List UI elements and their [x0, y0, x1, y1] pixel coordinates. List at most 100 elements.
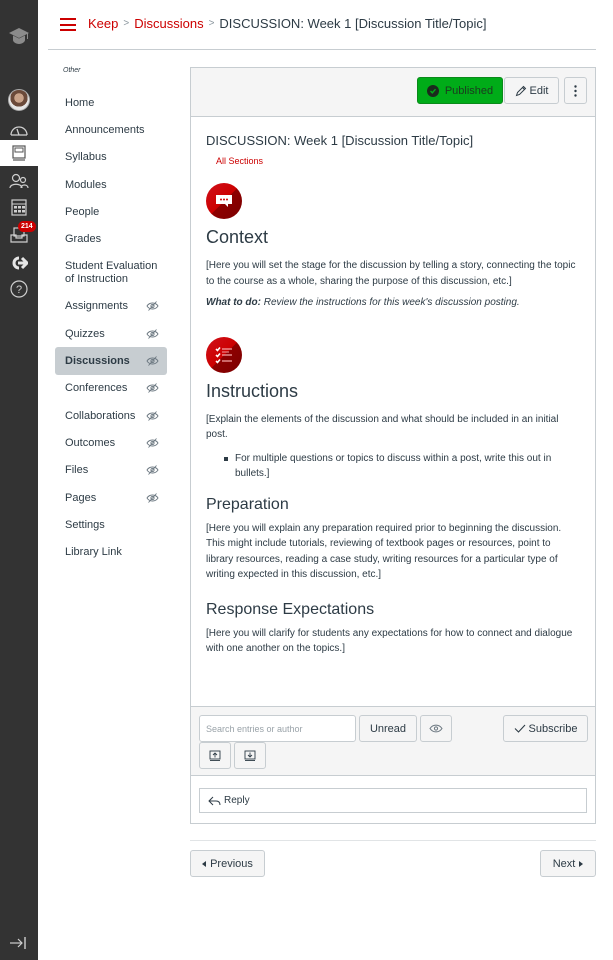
what-to-do-label: What to do:: [206, 297, 261, 308]
calendar-icon: [11, 199, 27, 216]
course-nav-item-discussions[interactable]: Discussions: [55, 347, 167, 375]
hidden-eye-icon: [146, 492, 159, 503]
nav-dashboard[interactable]: [0, 117, 38, 141]
course-nav-item-label: Collaborations: [65, 409, 136, 422]
course-nav-item-grades[interactable]: Grades: [55, 225, 167, 252]
breadcrumb: Keep > Discussions > DISCUSSION: Week 1 …: [88, 16, 487, 31]
course-nav-item-pages[interactable]: Pages: [55, 484, 167, 511]
breadcrumb-current: DISCUSSION: Week 1 [Discussion Title/Top…: [219, 16, 487, 31]
hidden-eye-icon: [146, 465, 159, 476]
speedometer-icon: [10, 126, 28, 136]
course-nav-item-label: Syllabus: [65, 151, 107, 164]
collapse-nav-button[interactable]: [0, 932, 38, 954]
kebab-menu-icon: [574, 84, 577, 97]
what-to-do-text: Review the instructions for this week's …: [260, 297, 520, 308]
course-nav-item-conferences[interactable]: Conferences: [55, 375, 167, 402]
course-nav-item-announcements[interactable]: Announcements: [55, 116, 167, 143]
breadcrumb-course[interactable]: Keep: [88, 16, 118, 31]
discussion-content: DISCUSSION: Week 1 [Discussion Title/Top…: [191, 117, 595, 657]
published-label: Published: [444, 84, 494, 97]
instructions-body: [Explain the elements of the discussion …: [206, 413, 559, 441]
subscribe-button[interactable]: Subscribe: [503, 715, 588, 742]
course-nav-item-label: Student Evaluation of Instruction: [65, 259, 158, 285]
pencil-icon: [515, 85, 526, 96]
subscribe-label: Subscribe: [528, 722, 578, 735]
course-nav-item-assignments[interactable]: Assignments: [55, 293, 167, 320]
next-button[interactable]: Next: [540, 850, 596, 877]
search-entries-input[interactable]: [199, 715, 356, 742]
checkmark-icon: [514, 724, 525, 733]
reply-arrow-icon: [208, 796, 221, 805]
caret-right-icon: [579, 860, 584, 867]
share-arrow-icon: [12, 256, 28, 270]
nav-help[interactable]: ?: [0, 278, 38, 300]
response-body: [Here you will clarify for students any …: [206, 627, 573, 655]
context-heading: Context: [206, 227, 269, 247]
breadcrumb-discussions[interactable]: Discussions: [134, 16, 203, 31]
nav-calendar[interactable]: [0, 196, 38, 218]
help-icon: ?: [10, 280, 28, 298]
svg-text:?: ?: [16, 284, 22, 296]
course-nav-item-label: People: [65, 205, 100, 218]
discussion-toolbar: Published Edit: [191, 68, 595, 117]
course-nav-heading: Other: [63, 67, 81, 74]
nav-commons[interactable]: [0, 252, 38, 274]
preparation-heading: Preparation: [206, 495, 289, 513]
course-nav-item-home[interactable]: Home: [55, 89, 167, 116]
hidden-eye-icon: [146, 301, 159, 312]
check-circle-icon: [426, 84, 439, 97]
course-nav-item-settings[interactable]: Settings: [55, 511, 167, 538]
nav-account[interactable]: [0, 88, 38, 112]
hamburger-menu-button[interactable]: [60, 18, 76, 31]
global-nav: 214 ?: [0, 0, 38, 960]
context-body: [Here you will set the stage for the dis…: [206, 260, 576, 287]
course-nav-item-people[interactable]: People: [55, 198, 167, 225]
course-nav-item-quizzes[interactable]: Quizzes: [55, 320, 167, 347]
breadcrumb-separator: >: [208, 18, 215, 29]
eye-icon: [429, 724, 443, 733]
course-nav-item-files[interactable]: Files: [55, 457, 167, 484]
previous-label: Previous: [210, 857, 253, 870]
next-label: Next: [552, 857, 576, 870]
footer-divider: [190, 840, 596, 841]
more-options-button[interactable]: [564, 77, 587, 104]
chat-bubble-icon: [206, 183, 242, 219]
hidden-eye-icon: [146, 383, 159, 394]
sections-link[interactable]: All Sections: [216, 156, 580, 166]
unread-button[interactable]: Unread: [359, 715, 417, 742]
what-to-do: What to do: Review the instructions for …: [206, 295, 580, 311]
checklist-icon: [206, 336, 242, 373]
course-nav-item-modules[interactable]: Modules: [55, 171, 167, 198]
discussion-actions-bar: Unread Subscribe: [191, 706, 595, 776]
course-nav-item-label: Conferences: [65, 382, 128, 395]
course-nav-item-label: Discussions: [65, 355, 130, 368]
response-heading: Response Expectations: [206, 600, 375, 618]
collapse-up-icon: [209, 750, 221, 761]
course-nav-item-library-link[interactable]: Library Link: [55, 538, 167, 565]
course-nav-item-student-evaluation-of-instruction[interactable]: Student Evaluation of Instruction: [55, 253, 167, 293]
edit-button[interactable]: Edit: [504, 77, 559, 104]
course-nav-item-outcomes[interactable]: Outcomes: [55, 429, 167, 456]
inbox-badge: 214: [18, 221, 36, 232]
expand-all-button[interactable]: [199, 742, 231, 769]
course-nav-item-label: Files: [65, 464, 89, 477]
course-nav-item-label: Home: [65, 96, 95, 109]
logo-link[interactable]: [0, 18, 38, 54]
reply-button[interactable]: Reply: [199, 788, 587, 813]
previous-button[interactable]: Previous: [190, 850, 265, 877]
nav-groups[interactable]: [0, 170, 38, 192]
page-header: Keep > Discussions > DISCUSSION: Week 1 …: [38, 0, 613, 50]
edit-label: Edit: [529, 84, 549, 97]
mark-read-button[interactable]: [420, 715, 452, 742]
nav-inbox[interactable]: 214: [0, 221, 38, 246]
collapse-all-button[interactable]: [234, 742, 266, 769]
course-nav-item-label: Quizzes: [65, 327, 105, 340]
graduation-cap-icon: [9, 28, 29, 44]
nav-courses[interactable]: [0, 140, 38, 166]
course-nav-item-syllabus[interactable]: Syllabus: [55, 144, 167, 171]
course-nav-item-collaborations[interactable]: Collaborations: [55, 402, 167, 429]
instructions-heading: Instructions: [206, 380, 299, 401]
discussion-panel: Published Edit DISCUSSION: Week 1 [Discu…: [190, 67, 596, 824]
published-button[interactable]: Published: [417, 77, 503, 104]
people-icon: [9, 173, 29, 189]
